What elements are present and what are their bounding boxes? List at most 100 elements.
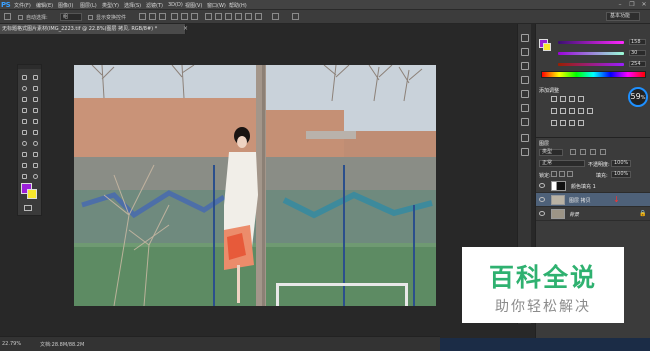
pen-tool-icon[interactable] (20, 150, 29, 159)
menu-image[interactable]: 图像(I) (58, 2, 73, 9)
lock-position-icon[interactable] (559, 171, 565, 177)
vibrance-icon[interactable] (551, 108, 557, 114)
clone-stamp-tool-icon[interactable] (20, 117, 29, 126)
layer-filter-dropdown[interactable]: 类型 (539, 149, 563, 156)
blue-slider[interactable] (558, 63, 624, 66)
layer-row[interactable]: 背景 🔒 (536, 207, 650, 221)
green-slider[interactable] (558, 52, 624, 55)
move-tool-icon[interactable] (31, 73, 40, 82)
layer-name[interactable]: 颜色填充 1 (571, 183, 596, 190)
history-icon[interactable] (521, 34, 529, 42)
distribute-middle-icon[interactable] (215, 13, 222, 20)
menu-filter[interactable]: 滤镜(T) (146, 2, 163, 9)
distribute-left-icon[interactable] (235, 13, 242, 20)
menu-type[interactable]: 类型(Y) (102, 2, 119, 9)
dodge-tool-icon[interactable] (31, 139, 40, 148)
paragraph-icon[interactable] (521, 90, 529, 98)
exposure-icon[interactable] (578, 96, 584, 102)
invert-icon[interactable] (551, 120, 557, 126)
info-icon[interactable] (521, 104, 529, 112)
color-balance-icon[interactable] (569, 108, 575, 114)
threshold-icon[interactable] (569, 120, 575, 126)
menu-view[interactable]: 视图(V) (185, 2, 202, 9)
path-selection-tool-icon[interactable] (20, 161, 29, 170)
close-window-button[interactable]: ✕ (639, 1, 649, 9)
distribute-center-icon[interactable] (245, 13, 252, 20)
minimize-button[interactable]: – (615, 1, 625, 9)
distribute-top-icon[interactable] (205, 13, 212, 20)
healing-brush-tool-icon[interactable] (20, 106, 29, 115)
zoom-tool-icon[interactable] (31, 172, 40, 181)
align-left-icon[interactable] (171, 13, 178, 20)
layers-tab[interactable]: 图层 (539, 140, 549, 147)
brush-tool-icon[interactable] (31, 106, 40, 115)
menu-help[interactable]: 帮助(H) (229, 2, 247, 9)
character-icon[interactable] (521, 76, 529, 84)
document-info[interactable]: 文档:28.8M/88.2M (40, 341, 84, 348)
3d-mode-icon[interactable] (292, 13, 299, 20)
fill-input[interactable]: 100% (611, 171, 631, 178)
align-center-icon[interactable] (181, 13, 188, 20)
tools-panel-grip[interactable] (18, 65, 41, 69)
swatches-icon[interactable] (521, 134, 529, 142)
eye-icon[interactable] (539, 197, 545, 202)
layer-row[interactable]: 颜色填充 1 (536, 179, 650, 193)
eraser-tool-icon[interactable] (20, 128, 29, 137)
actions-icon[interactable] (521, 118, 529, 126)
document-canvas[interactable] (74, 65, 436, 306)
line-tool-icon[interactable] (31, 161, 40, 170)
menu-file[interactable]: 文件(F) (14, 2, 31, 9)
filter-adjustment-icon[interactable] (580, 149, 586, 155)
black-white-icon[interactable] (578, 108, 584, 114)
red-slider[interactable] (558, 41, 624, 44)
brush-preset-icon[interactable] (521, 62, 529, 70)
document-tab[interactable]: 无标题格式图片素材(IMG_2223.tif @ 22.8%(图层 拷贝, RG… (0, 24, 186, 34)
color-spectrum-bar[interactable] (541, 71, 646, 78)
filter-shape-icon[interactable] (600, 149, 606, 155)
workspace-switcher[interactable]: 基本功能 (606, 12, 640, 21)
posterize-icon[interactable] (560, 120, 566, 126)
eye-icon[interactable] (539, 183, 545, 188)
levels-icon[interactable] (560, 96, 566, 102)
move-tool-icon[interactable] (4, 13, 11, 20)
lock-pixels-icon[interactable] (551, 171, 557, 177)
align-bottom-icon[interactable] (159, 13, 166, 20)
eyedropper-tool-icon[interactable] (31, 95, 40, 104)
styles-icon[interactable] (521, 148, 529, 156)
align-right-icon[interactable] (191, 13, 198, 20)
maximize-button[interactable]: ❐ (627, 1, 637, 9)
gradient-tool-icon[interactable] (31, 128, 40, 137)
lasso-tool-icon[interactable] (20, 84, 29, 93)
distribute-right-icon[interactable] (255, 13, 262, 20)
filter-type-icon[interactable] (590, 149, 596, 155)
menu-window[interactable]: 窗口(W) (207, 2, 226, 9)
auto-select-checkbox[interactable] (18, 15, 23, 20)
history-brush-tool-icon[interactable] (31, 117, 40, 126)
blur-tool-icon[interactable] (20, 139, 29, 148)
layer-name[interactable]: 背景 (569, 211, 579, 218)
menu-layer[interactable]: 图层(L) (80, 2, 97, 9)
color-panel-background-chip[interactable] (543, 43, 551, 51)
menu-select[interactable]: 选择(S) (124, 2, 141, 9)
zoom-level[interactable]: 22.79% (2, 341, 21, 347)
photo-filter-icon[interactable] (587, 108, 593, 114)
blend-mode-dropdown[interactable]: 正常 (539, 160, 585, 167)
align-middle-icon[interactable] (149, 13, 156, 20)
filter-pixel-icon[interactable] (570, 149, 576, 155)
auto-align-icon[interactable] (272, 13, 279, 20)
lock-all-icon[interactable] (567, 171, 573, 177)
background-color-swatch[interactable] (27, 189, 37, 199)
gradient-map-icon[interactable] (578, 120, 584, 126)
marquee-tool-icon[interactable] (20, 73, 29, 82)
red-value[interactable]: 158 (629, 39, 646, 45)
crop-tool-icon[interactable] (20, 95, 29, 104)
quick-select-tool-icon[interactable] (31, 84, 40, 93)
blue-value[interactable]: 254 (629, 61, 646, 67)
distribute-bottom-icon[interactable] (225, 13, 232, 20)
document-tab-close-icon[interactable]: × (183, 24, 188, 34)
menu-3d[interactable]: 3D(D) (168, 2, 183, 8)
layer-row-active[interactable]: 图层 拷贝 ↓ (536, 193, 650, 207)
green-value[interactable]: 30 (629, 50, 646, 56)
auto-select-dropdown[interactable]: 组 (60, 13, 82, 21)
quick-mask-icon[interactable] (24, 205, 32, 211)
